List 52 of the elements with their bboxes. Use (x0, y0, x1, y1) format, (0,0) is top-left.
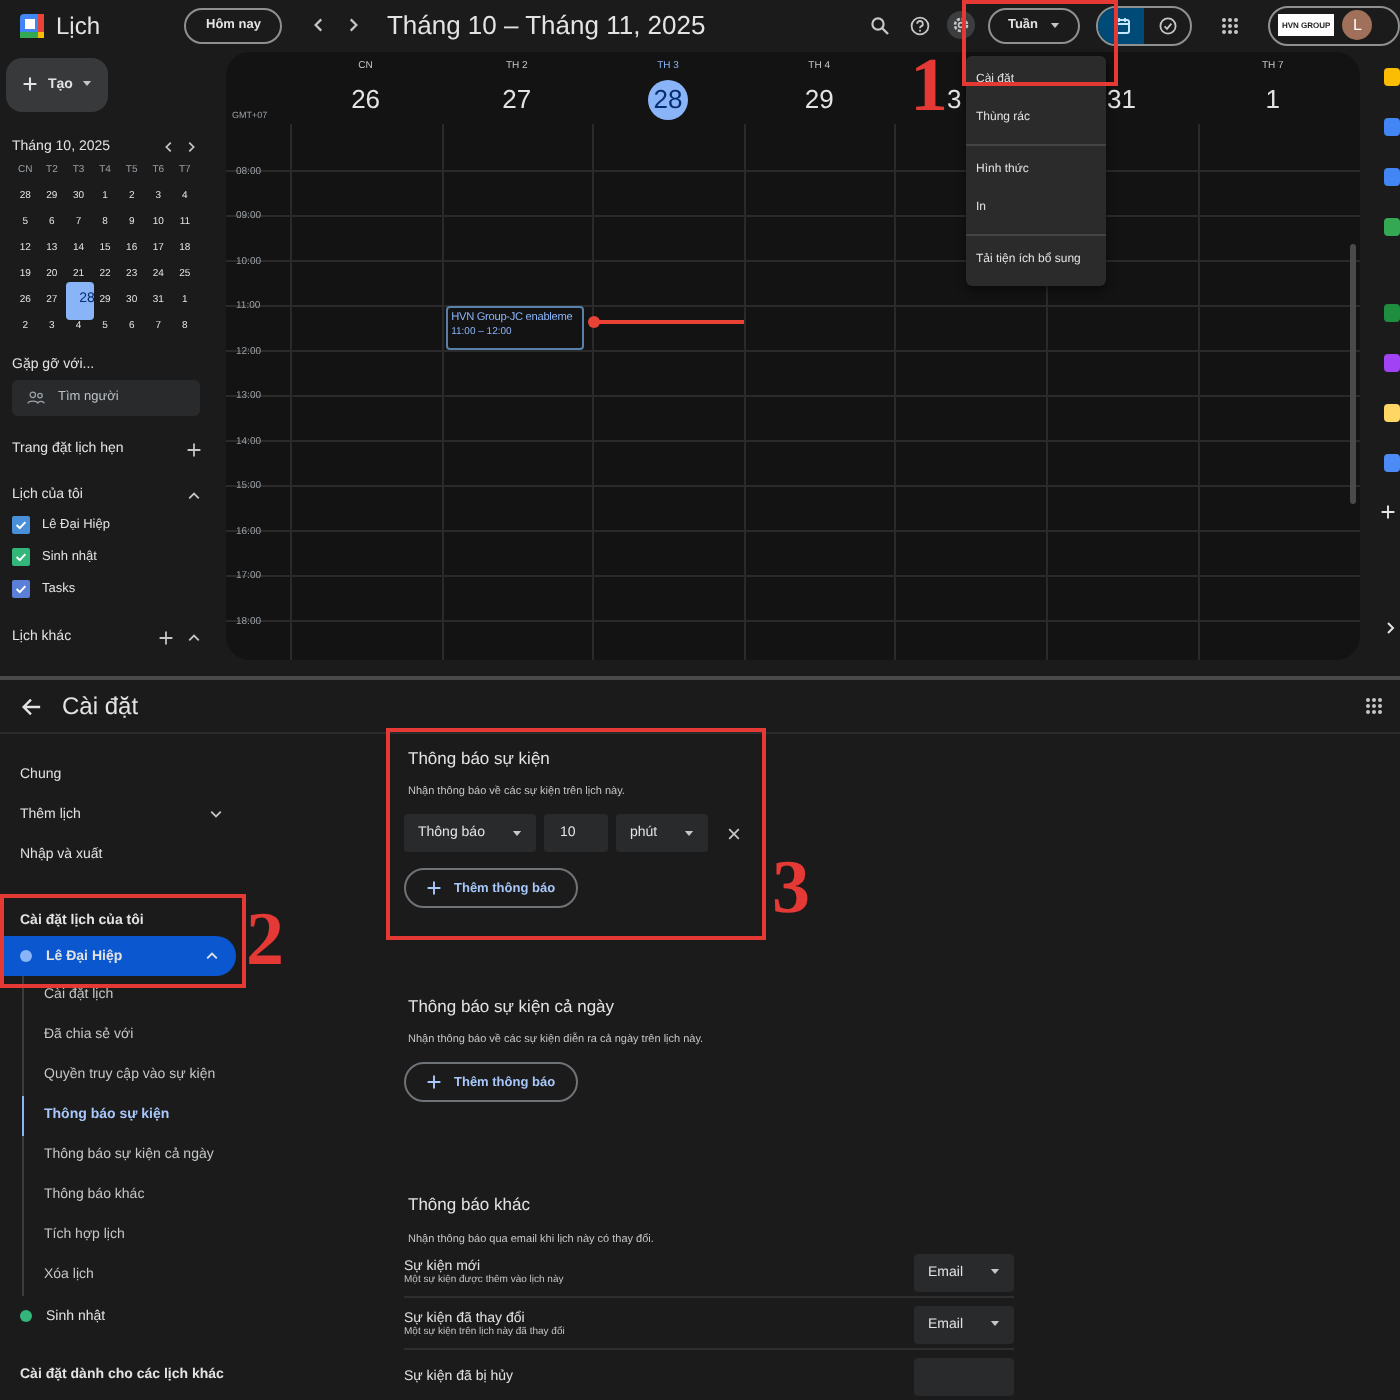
chevron-right-icon[interactable] (344, 16, 363, 35)
plus-icon (426, 1074, 442, 1090)
plus-icon (426, 880, 442, 896)
step-number: 3 (772, 850, 810, 926)
app-icon[interactable] (1384, 403, 1400, 421)
day-number[interactable]: 1 (1252, 79, 1293, 119)
day-number[interactable]: 27 (496, 79, 537, 119)
search-icon[interactable] (869, 15, 890, 36)
add-icon[interactable] (158, 629, 174, 645)
app-icon[interactable] (1384, 453, 1400, 471)
apps-grid-icon[interactable] (1220, 15, 1240, 36)
caret-icon (990, 1320, 1000, 1328)
app-icon[interactable] (1384, 217, 1400, 235)
section-title: Thông báo sự kiện cả ngày (406, 996, 617, 1020)
caret-icon (684, 829, 694, 837)
settings-icon[interactable] (945, 10, 976, 41)
day-number[interactable]: 28 (647, 79, 688, 119)
add-icon[interactable] (186, 441, 202, 457)
plus-icon (22, 76, 38, 92)
chevron-left-icon[interactable] (162, 139, 176, 153)
day-number[interactable]: 31 (1101, 79, 1142, 119)
close-icon[interactable] (726, 825, 742, 841)
caret-icon (512, 829, 522, 837)
chevron-right-icon[interactable] (184, 139, 198, 153)
back-arrow-icon[interactable] (20, 695, 42, 717)
app-name: Lịch (56, 11, 103, 40)
caret-icon (990, 1268, 1000, 1276)
check-circle-icon (1157, 15, 1177, 36)
add-icon[interactable] (1380, 503, 1396, 519)
day-number[interactable]: 26 (345, 79, 386, 119)
checkbox[interactable] (12, 579, 30, 597)
step-number: 2 (246, 902, 284, 978)
chevron-right-icon[interactable] (1382, 619, 1398, 635)
caret-icon (1050, 22, 1060, 29)
section-title: Thông báo khác (406, 1194, 532, 1218)
scrollbar[interactable] (1350, 243, 1356, 503)
checkbox[interactable] (12, 547, 30, 565)
avatar[interactable]: L (1342, 10, 1373, 41)
apps-grid-icon[interactable] (1364, 696, 1384, 716)
page-title: Cài đặt (62, 692, 139, 720)
calendar-view-button[interactable] (1098, 7, 1144, 44)
chevron-icon[interactable] (186, 487, 202, 503)
checkbox[interactable] (12, 515, 30, 533)
step-number: 1 (910, 48, 948, 124)
caret-icon (82, 80, 93, 88)
chevron-icon[interactable] (186, 629, 202, 645)
day-number[interactable]: 29 (799, 79, 840, 119)
app-icon[interactable] (1384, 67, 1400, 85)
date-range-title: Tháng 10 – Tháng 11, 2025 (386, 10, 706, 41)
calendar-logo-icon (20, 13, 44, 38)
help-icon[interactable] (909, 15, 930, 36)
section-title: Thông báo sự kiện (406, 748, 552, 772)
